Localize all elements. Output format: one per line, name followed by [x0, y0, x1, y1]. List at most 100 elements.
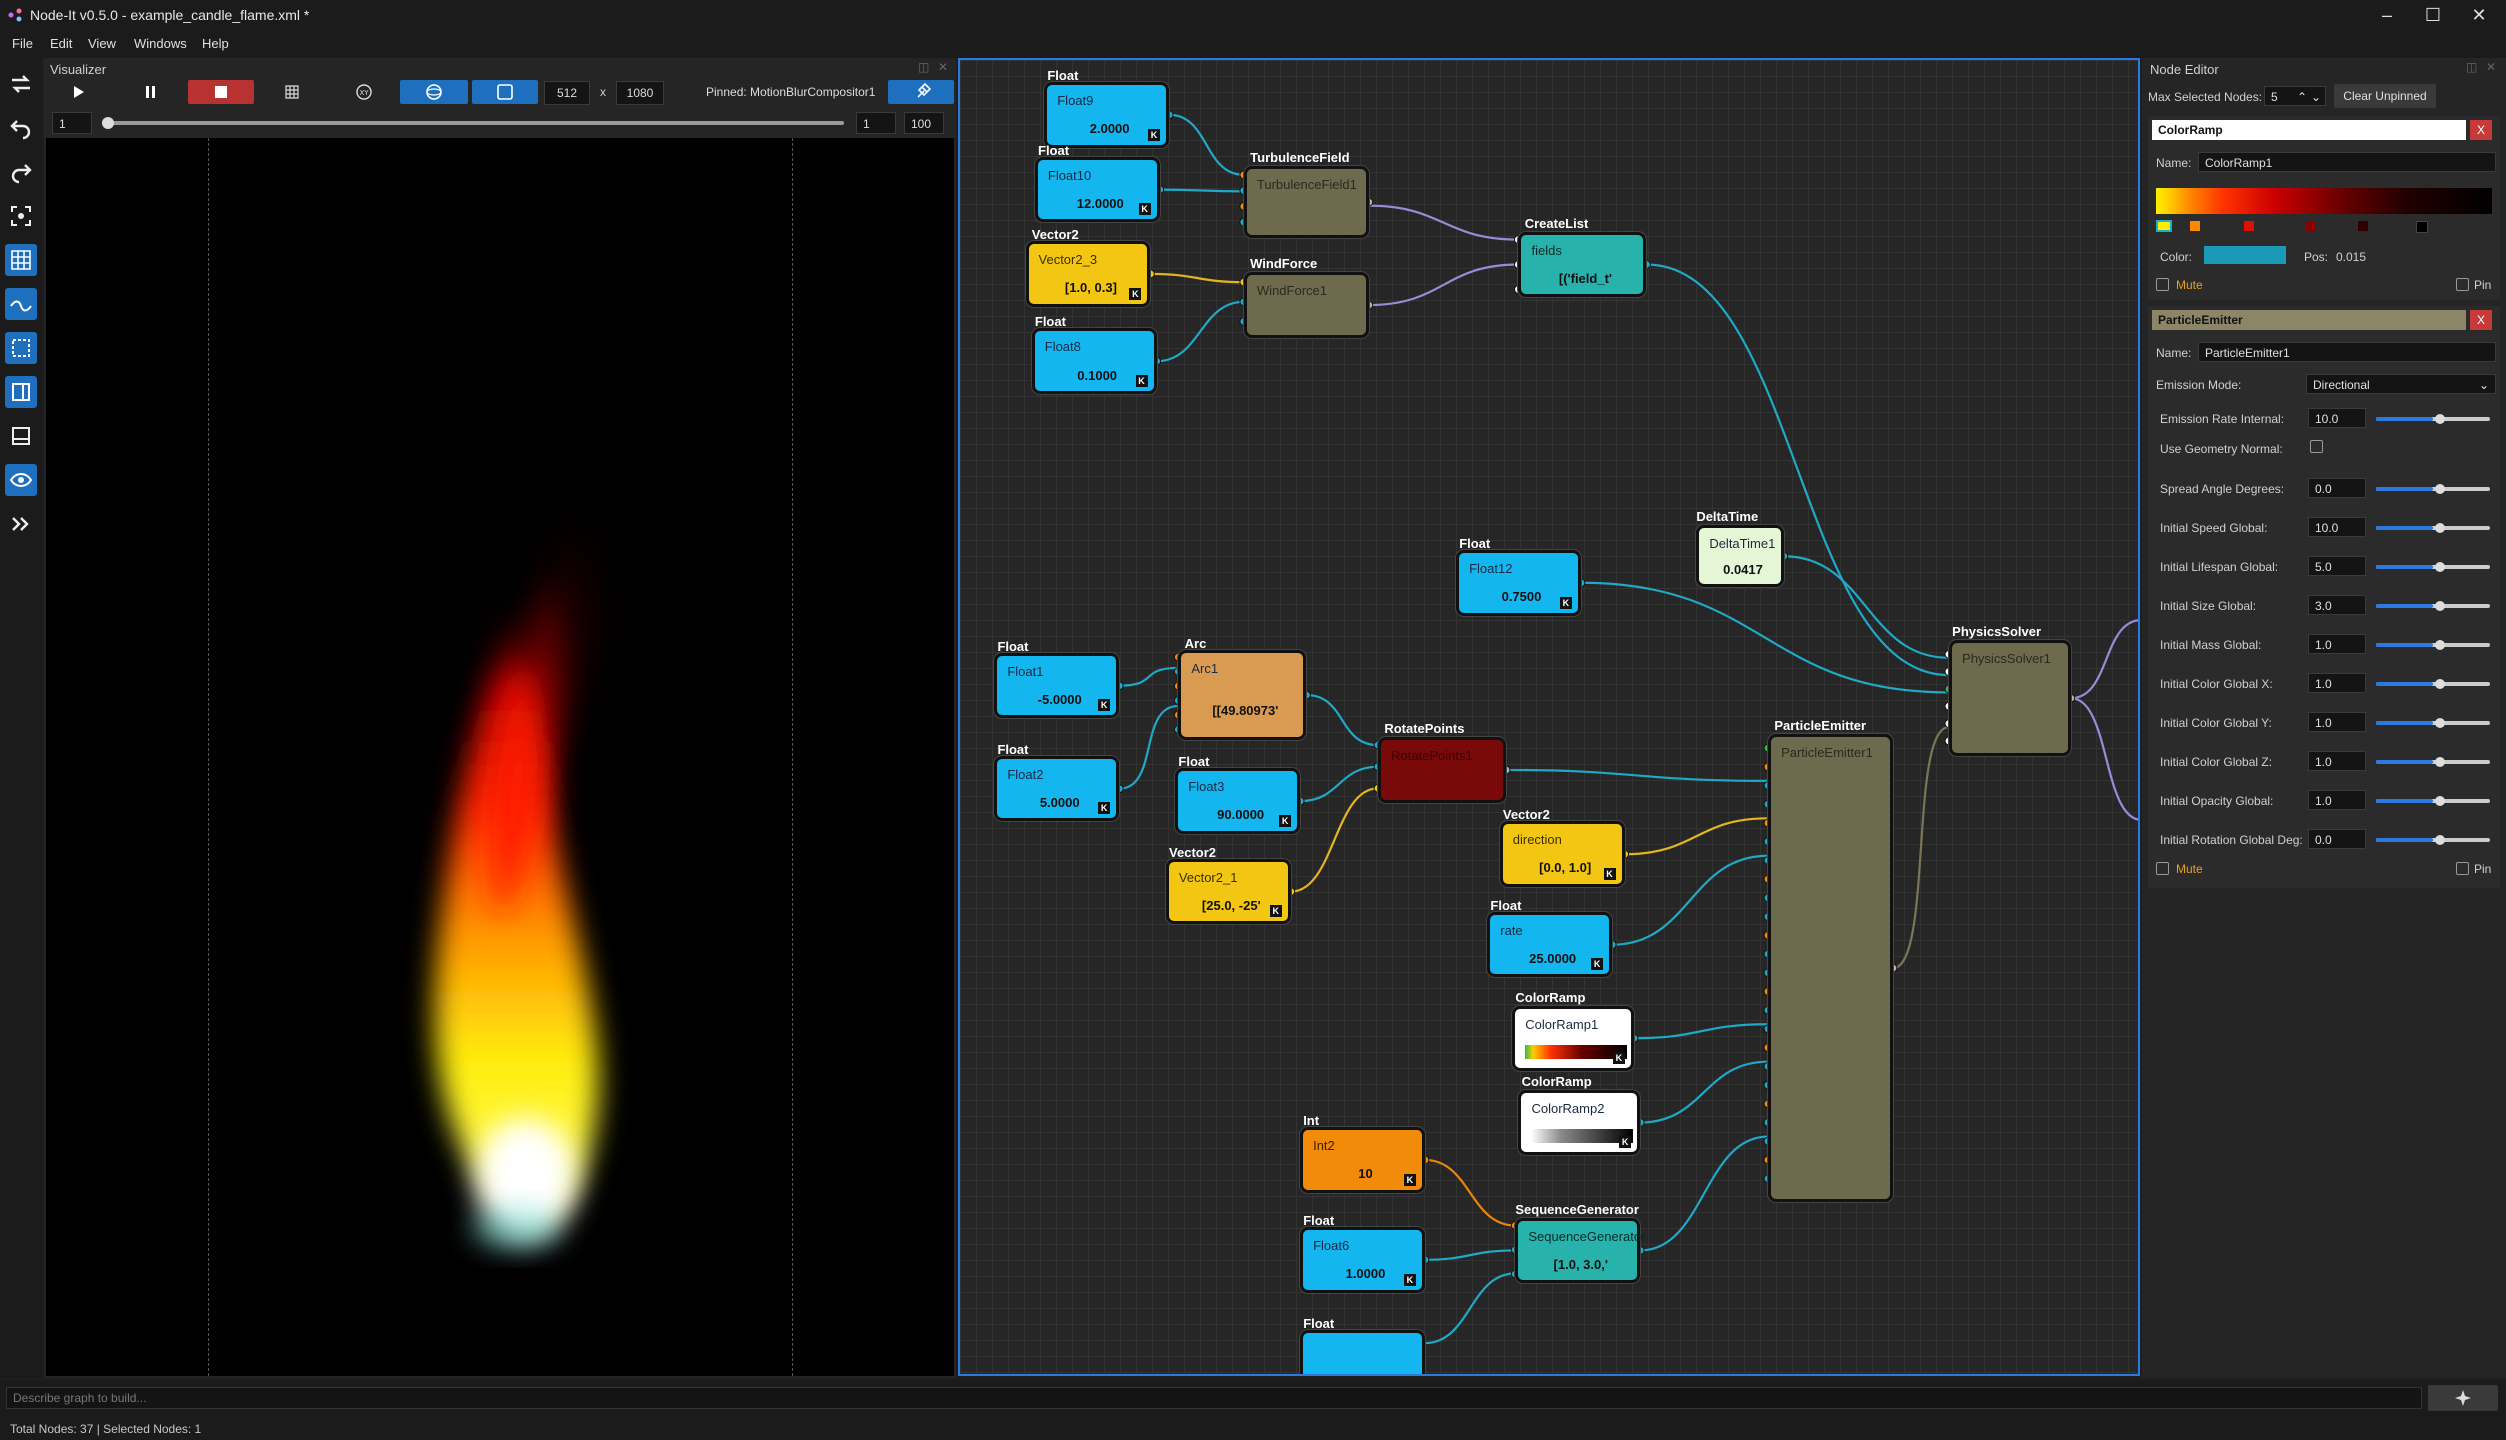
emitter-name-input[interactable]: ParticleEmitter1	[2198, 342, 2496, 362]
play-button[interactable]	[60, 80, 96, 104]
close-icon[interactable]: ✕	[2456, 0, 2502, 30]
emitter-pin-checkbox[interactable]	[2456, 862, 2469, 875]
node-graph-canvas[interactable]: Float Float9 2.0000 K Float Float10 12.0000 K Ve…	[958, 58, 2140, 1376]
undo-icon[interactable]	[5, 112, 37, 144]
editor-close-icon[interactable]: ✕	[2486, 60, 2496, 74]
param-value-input[interactable]: 1.0	[2308, 751, 2366, 771]
node-vector2_3[interactable]: Vector2_3 [1.0, 0.3] K	[1025, 241, 1151, 307]
param-slider-knob[interactable]	[2435, 484, 2445, 494]
param-slider[interactable]	[2376, 721, 2490, 725]
timeline-slider[interactable]	[104, 121, 844, 125]
resolution-height-input[interactable]: 1080	[616, 81, 664, 105]
keyframe-toggle-icon[interactable]: K	[1403, 1173, 1416, 1186]
node-physics[interactable]: PhysicsSolver1	[1949, 640, 2071, 756]
frame-view-button[interactable]	[472, 80, 538, 104]
node-seqgen[interactable]: SequenceGenerator [1.0, 3.0,'	[1515, 1217, 1645, 1284]
param-value-input[interactable]: 1.0	[2308, 673, 2366, 693]
stop-button[interactable]	[188, 80, 254, 104]
node-direction[interactable]: direction [0.0, 1.0] K	[1499, 821, 1625, 887]
param-slider[interactable]	[2376, 643, 2490, 647]
node-turb[interactable]: TurbulenceField1	[1243, 166, 1369, 238]
panel-close-icon[interactable]: ✕	[938, 60, 948, 74]
colorramp-name-input[interactable]: ColorRamp1	[2198, 152, 2496, 172]
emitter-remove-button[interactable]: X	[2470, 310, 2492, 330]
pause-button[interactable]	[132, 80, 168, 104]
grid-icon[interactable]	[5, 244, 37, 276]
colorramp-mute-checkbox[interactable]	[2156, 278, 2169, 291]
resolution-width-input[interactable]: 512	[544, 81, 590, 105]
menu-help[interactable]: Help	[202, 36, 229, 51]
ramp-stop[interactable]	[2358, 221, 2368, 231]
node-float12[interactable]: Float12 0.7500 K	[1456, 550, 1581, 616]
visibility-eye-icon[interactable]	[5, 464, 37, 496]
node-colorramp2[interactable]: ColorRamp2 K	[1518, 1089, 1641, 1156]
param-slider[interactable]	[2376, 838, 2490, 842]
curve-wires-icon[interactable]	[5, 288, 37, 320]
spin-down-icon[interactable]: ⌄	[2311, 87, 2321, 107]
param-value-input[interactable]: 1.0	[2308, 790, 2366, 810]
param-slider-knob[interactable]	[2435, 562, 2445, 572]
param-value-input[interactable]: 0.0	[2308, 478, 2366, 498]
keyframe-toggle-icon[interactable]: K	[1612, 1052, 1625, 1065]
pin-button[interactable]	[888, 80, 954, 104]
param-value-input[interactable]: 3.0	[2308, 595, 2366, 615]
keyframe-toggle-icon[interactable]: K	[1269, 905, 1282, 918]
param-slider[interactable]	[2376, 682, 2490, 686]
keyframe-toggle-icon[interactable]: K	[1129, 287, 1142, 300]
menu-edit[interactable]: Edit	[50, 36, 72, 51]
menu-windows[interactable]: Windows	[134, 36, 187, 51]
emission-mode-dropdown[interactable]: Directional ⌄	[2306, 374, 2496, 394]
node-colorramp1[interactable]: ColorRamp1 K	[1512, 1005, 1634, 1072]
ramp-pos-value[interactable]: 0.015	[2336, 250, 2366, 264]
param-slider-knob[interactable]	[2435, 601, 2445, 611]
node-vector2_1[interactable]: Vector2_1 [25.0, -25' K	[1165, 858, 1291, 925]
param-value-input[interactable]: 1.0	[2308, 634, 2366, 654]
param-slider-knob[interactable]	[2435, 640, 2445, 650]
node-int2[interactable]: Int2 10 K	[1300, 1127, 1425, 1193]
param-slider-knob[interactable]	[2435, 679, 2445, 689]
keyframe-toggle-icon[interactable]: K	[1619, 1136, 1632, 1149]
param-slider-knob[interactable]	[2435, 523, 2445, 533]
node-emitter[interactable]: ParticleEmitter1	[1768, 734, 1893, 1203]
render-viewport[interactable]	[46, 138, 954, 1376]
node-float1[interactable]: Float1 -5.0000 K	[994, 652, 1120, 719]
frame-current-input[interactable]: 1	[856, 112, 896, 134]
timeline-knob[interactable]	[102, 117, 114, 129]
keyframe-toggle-icon[interactable]: K	[1135, 374, 1148, 387]
param-slider-knob[interactable]	[2435, 835, 2445, 845]
keyframe-toggle-icon[interactable]: K	[1279, 814, 1292, 827]
side-panel-icon[interactable]	[5, 376, 37, 408]
color-ramp-gradient[interactable]	[2156, 188, 2492, 214]
node-rotate[interactable]: RotatePoints1	[1378, 737, 1506, 803]
keyframe-toggle-icon[interactable]: K	[1591, 958, 1604, 971]
keyframe-toggle-icon[interactable]: K	[1098, 699, 1111, 712]
node-float6[interactable]: Float6 1.0000 K	[1300, 1227, 1425, 1293]
describe-graph-input[interactable]: Describe graph to build...	[6, 1387, 2422, 1409]
clear-unpinned-button[interactable]: Clear Unpinned	[2334, 84, 2436, 108]
menu-view[interactable]: View	[88, 36, 116, 51]
keyframe-toggle-icon[interactable]: K	[1403, 1273, 1416, 1286]
keyframe-toggle-icon[interactable]: K	[1148, 128, 1161, 141]
frame-icon[interactable]	[5, 332, 37, 364]
node-float9[interactable]: Float9 2.0000 K	[1044, 82, 1170, 148]
ramp-stop[interactable]	[2306, 221, 2316, 231]
emitter-mute-checkbox[interactable]	[2156, 862, 2169, 875]
param-value-input[interactable]: 1.0	[2308, 712, 2366, 732]
editor-undock-icon[interactable]: ◫	[2466, 60, 2477, 74]
panel-undock-icon[interactable]: ◫	[918, 60, 929, 74]
node-floatlast[interactable]	[1300, 1330, 1425, 1374]
generate-button[interactable]	[2428, 1385, 2498, 1411]
param-value-input[interactable]: 10.0	[2308, 517, 2366, 537]
bottom-panel-icon[interactable]	[5, 420, 37, 452]
maximize-icon[interactable]: ☐	[2410, 0, 2456, 30]
shading-button[interactable]	[400, 80, 468, 104]
param-slider[interactable]	[2376, 565, 2490, 569]
focus-icon[interactable]	[5, 200, 37, 232]
frame-end-input[interactable]: 100	[904, 112, 944, 134]
node-float2[interactable]: Float2 5.0000 K	[994, 755, 1120, 822]
node-rate[interactable]: rate 25.0000 K	[1487, 911, 1613, 978]
param-slider-knob[interactable]	[2435, 796, 2445, 806]
node-float8[interactable]: Float8 0.1000 K	[1031, 328, 1157, 394]
keyframe-toggle-icon[interactable]: K	[1559, 596, 1572, 609]
redo-icon[interactable]	[5, 156, 37, 188]
